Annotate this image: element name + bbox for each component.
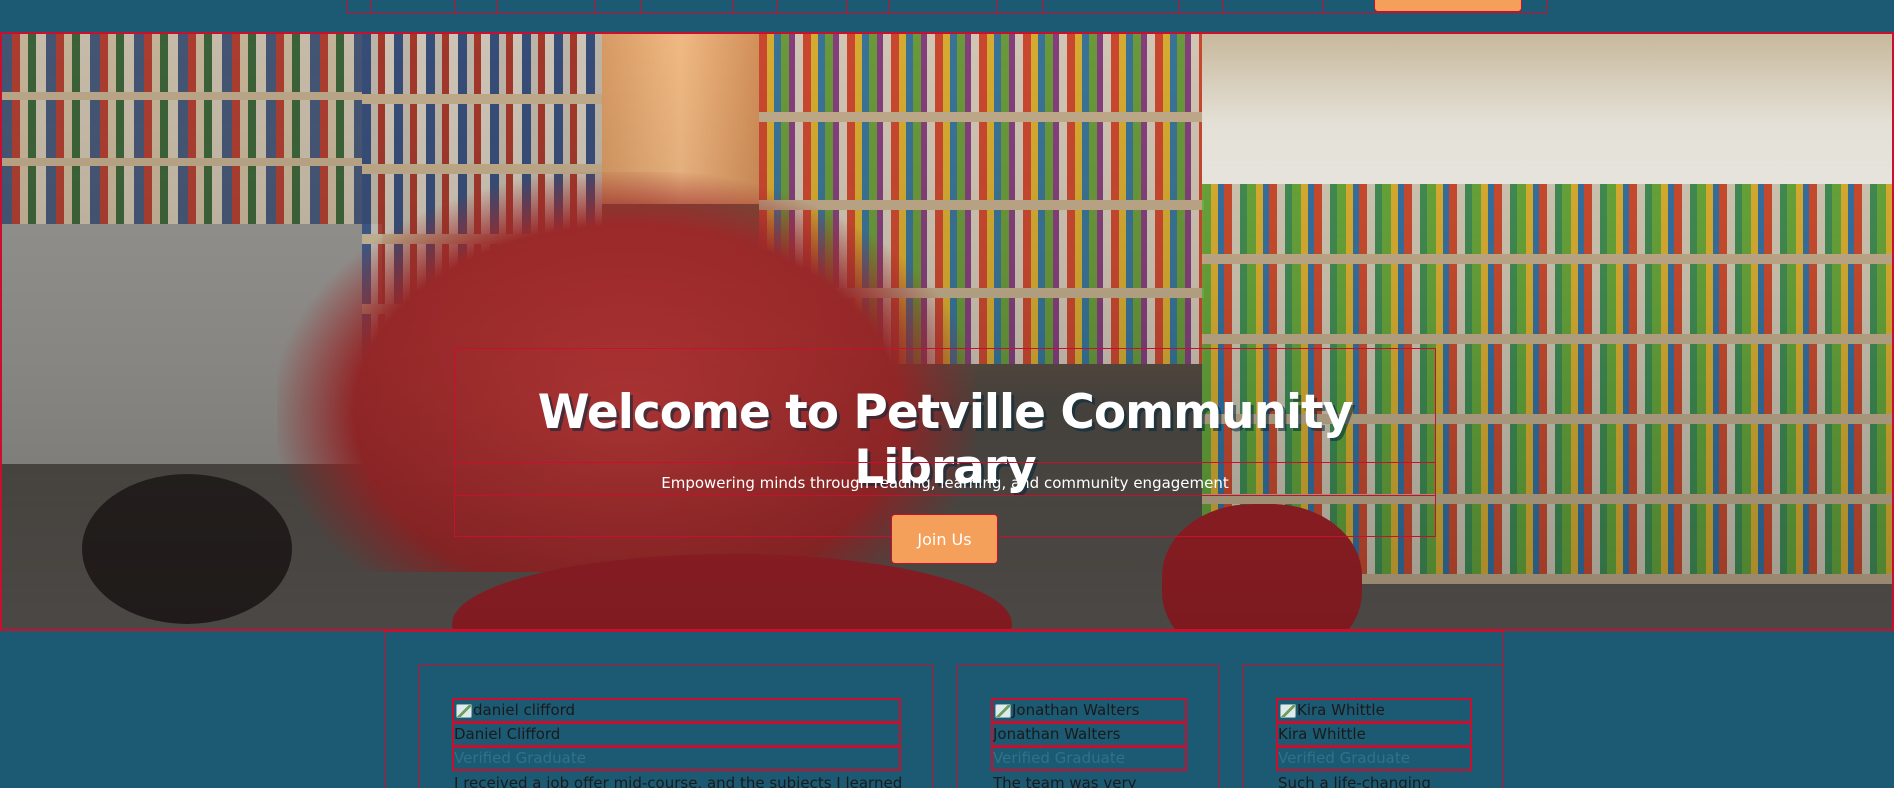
testimonial-name: Daniel Clifford (452, 722, 901, 747)
nav-item[interactable] (595, 0, 641, 13)
avatar-alt-text: Kira Whittle (1297, 701, 1385, 719)
testimonial-card: Kira Whittle Kira Whittle Verified Gradu… (1242, 665, 1504, 788)
testimonial-name: Kira Whittle (1276, 722, 1472, 747)
broken-image-icon (995, 703, 1011, 718)
nav-item[interactable] (1044, 0, 1179, 13)
nav-item[interactable] (641, 0, 733, 13)
nav-item[interactable] (848, 0, 890, 13)
avatar-alt-text: Jonathan Walters (1012, 701, 1140, 719)
top-navigation (347, 0, 1547, 14)
broken-image-icon (1280, 703, 1296, 718)
testimonial-status: Verified Graduate (452, 746, 901, 771)
nav-item[interactable] (371, 0, 455, 13)
testimonial-quote: The team was very (993, 774, 1137, 788)
testimonial-quote: Such a life-changing (1278, 774, 1431, 788)
nav-item[interactable] (733, 0, 777, 13)
testimonial-card: Jonathan Walters Jonathan Walters Verifi… (957, 665, 1219, 788)
join-us-button[interactable]: Join Us (891, 514, 998, 564)
testimonial-avatar: Jonathan Walters (991, 698, 1187, 723)
nav-item[interactable] (455, 0, 497, 13)
nav-cta-button[interactable] (1374, 0, 1522, 12)
nav-item[interactable] (998, 0, 1044, 13)
testimonial-status: Verified Graduate (1276, 746, 1472, 771)
nav-item[interactable] (777, 0, 848, 13)
nav-item[interactable] (890, 0, 998, 13)
nav-item[interactable] (1224, 0, 1324, 13)
testimonial-quote: I received a job offer mid-course, and t… (454, 774, 901, 788)
hero-subtitle: Empowering minds through reading, learni… (661, 474, 1229, 492)
nav-item[interactable] (1179, 0, 1224, 13)
testimonial-name: Jonathan Walters (991, 722, 1187, 747)
testimonial-card: daniel clifford Daniel Clifford Verified… (418, 665, 933, 788)
avatar-alt-text: daniel clifford (473, 701, 576, 719)
broken-image-icon (456, 703, 472, 718)
nav-item[interactable] (348, 0, 371, 13)
testimonial-status: Verified Graduate (991, 746, 1187, 771)
nav-item[interactable] (497, 0, 595, 13)
testimonial-avatar: daniel clifford (452, 698, 901, 723)
testimonial-avatar: Kira Whittle (1276, 698, 1472, 723)
